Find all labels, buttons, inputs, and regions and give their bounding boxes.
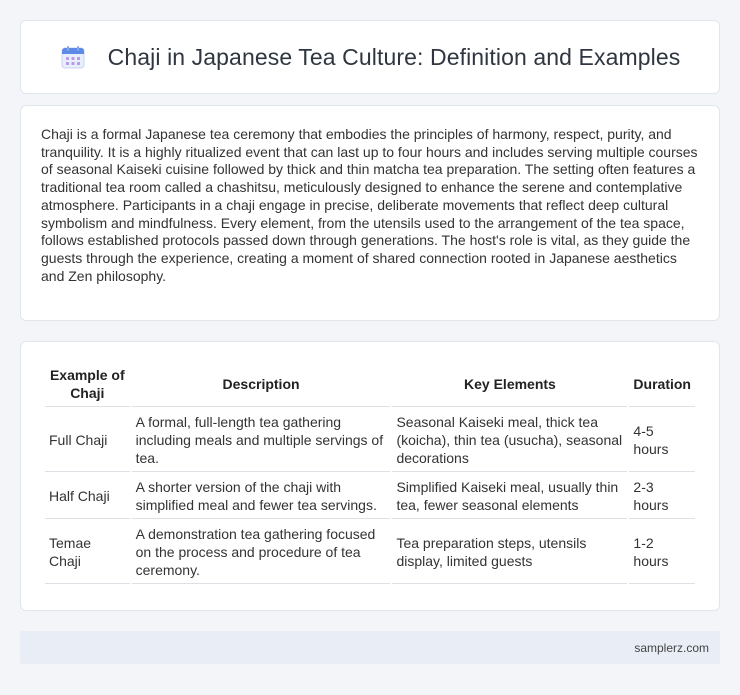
header-example: Example of Chaji bbox=[45, 364, 130, 407]
description-card: Chaji is a formal Japanese tea ceremony … bbox=[20, 105, 720, 321]
table-row: Full Chaji A formal, full-length tea gat… bbox=[45, 409, 695, 472]
cell-key-elements: Simplified Kaiseki meal, usually thin te… bbox=[392, 474, 628, 519]
title-card: Chaji in Japanese Tea Culture: Definitio… bbox=[20, 20, 720, 94]
cell-duration: 2-3 hours bbox=[629, 474, 695, 519]
cell-description: A formal, full-length tea gathering incl… bbox=[131, 409, 391, 472]
calendar-icon bbox=[61, 46, 85, 69]
cell-example: Full Chaji bbox=[45, 409, 130, 472]
footer-bar: samplerz.com bbox=[20, 631, 720, 664]
header-key-elements: Key Elements bbox=[392, 364, 628, 407]
table-card: Example of Chaji Description Key Element… bbox=[20, 341, 720, 611]
cell-key-elements: Seasonal Kaiseki meal, thick tea (koicha… bbox=[392, 409, 628, 472]
header-description: Description bbox=[131, 364, 391, 407]
cell-description: A shorter version of the chaji with simp… bbox=[131, 474, 391, 519]
description-text: Chaji is a formal Japanese tea ceremony … bbox=[41, 126, 698, 284]
footer-site-link[interactable]: samplerz.com bbox=[634, 641, 709, 655]
header-duration: Duration bbox=[629, 364, 695, 407]
cell-description: A demonstration tea gathering focused on… bbox=[131, 521, 391, 584]
title-row: Chaji in Japanese Tea Culture: Definitio… bbox=[60, 44, 681, 71]
cell-duration: 4-5 hours bbox=[629, 409, 695, 472]
chaji-table: Example of Chaji Description Key Element… bbox=[43, 362, 697, 586]
table-row: Half Chaji A shorter version of the chaj… bbox=[45, 474, 695, 519]
cell-example: Temae Chaji bbox=[45, 521, 130, 584]
cell-example: Half Chaji bbox=[45, 474, 130, 519]
page-title: Chaji in Japanese Tea Culture: Definitio… bbox=[107, 43, 681, 70]
table-header-row: Example of Chaji Description Key Element… bbox=[45, 364, 695, 407]
cell-key-elements: Tea preparation steps, utensils display,… bbox=[392, 521, 628, 584]
cell-duration: 1-2 hours bbox=[629, 521, 695, 584]
table-row: Temae Chaji A demonstration tea gatherin… bbox=[45, 521, 695, 584]
